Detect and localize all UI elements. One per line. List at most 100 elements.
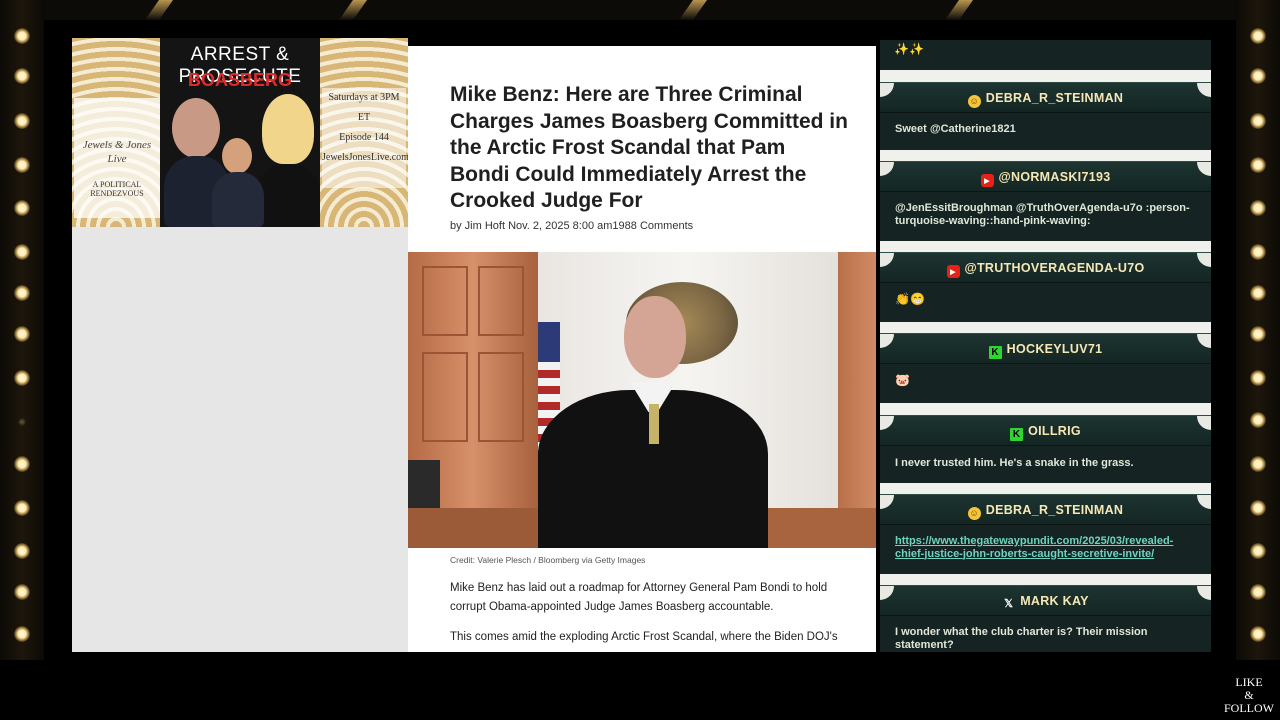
- bulb-light: [14, 500, 30, 516]
- light-ray: [678, 0, 708, 20]
- show-logo: Jewels & Jones Live: [82, 139, 152, 165]
- bulb-light: [1250, 543, 1266, 559]
- stream-stage: ARREST & PROSECUTE BOASBERG Jewels & Jon…: [0, 0, 1280, 720]
- chat-username-text: DEBRA_R_STEINMAN: [985, 91, 1124, 105]
- bulb-light: [1250, 456, 1266, 472]
- bulb-light: [14, 28, 30, 44]
- x-icon: 𝕏: [1004, 598, 1014, 610]
- bulb-light: [14, 157, 30, 173]
- bulb-light: [14, 285, 30, 301]
- bulb-light: [1250, 200, 1266, 216]
- bulb-light: [14, 113, 30, 129]
- chat-username-text: DEBRA_R_STEINMAN: [985, 503, 1124, 517]
- bulb-light: [14, 200, 30, 216]
- marquee-bulbs-left: [0, 0, 44, 660]
- article-photo: [408, 252, 876, 548]
- sparkles-emoji: ✨✨: [894, 42, 924, 56]
- light-ray: [944, 0, 974, 20]
- chat-username: 𝕏 MARK KAY: [880, 594, 1211, 611]
- chat-message-text: Sweet @Catherine1821: [895, 123, 1016, 135]
- live-chat-panel: ✨✨ ☺ DEBRA_R_STEINMAN Sweet @Catherine182…: [880, 40, 1211, 652]
- marquee-top: [44, 0, 1236, 20]
- article-paragraph: Mike Benz has laid out a roadmap for Att…: [450, 582, 828, 613]
- chat-message: 𝕏 MARK KAY I wonder what the club charter…: [880, 585, 1211, 652]
- chat-message-text: I wonder what the club charter is? Their…: [895, 626, 1148, 651]
- chat-message-text: @JenEssitBroughman @TruthOverAgenda-u7o …: [895, 202, 1190, 227]
- chat-username-text: OILLRIG: [1028, 424, 1081, 438]
- wood-panel: [478, 266, 524, 336]
- article-paragraph: This comes amid the exploding Arctic Fro…: [450, 631, 838, 643]
- guest-photo: [262, 94, 314, 164]
- smile-icon: ☺: [967, 507, 981, 520]
- chat-message: ☺ DEBRA_R_STEINMAN Sweet @Catherine1821: [880, 82, 1211, 150]
- guest-photo: [222, 138, 252, 174]
- chat-username-text: @NORMASKI7193: [998, 170, 1111, 184]
- kick-icon: K: [1010, 428, 1024, 441]
- chat-username: ☺ DEBRA_R_STEINMAN: [880, 503, 1211, 520]
- bulb-light: [14, 543, 30, 559]
- chat-message-link[interactable]: https://www.thegatewaypundit.com/2025/03…: [895, 535, 1195, 560]
- wood-panel: [422, 352, 468, 442]
- chat-username-text: @TRUTHOVERAGENDA-U7O: [964, 261, 1145, 275]
- bulb-light: [18, 418, 26, 426]
- bulb-light: [1250, 28, 1266, 44]
- show-promo-banner: ARREST & PROSECUTE BOASBERG Jewels & Jon…: [72, 38, 408, 227]
- bulb-light: [1250, 113, 1266, 129]
- bulb-light: [1250, 68, 1266, 84]
- show-logo-card: Jewels & Jones Live A POLITICAL RENDEZVO…: [74, 98, 160, 218]
- guest-photo: [212, 172, 264, 227]
- photo-caption: Credit: Valerie Plesch / Bloomberg via G…: [450, 555, 646, 565]
- bulb-light: [14, 370, 30, 386]
- bulb-light: [14, 626, 30, 642]
- bulb-light: [1250, 244, 1266, 260]
- schedule-line: Saturdays at 3PM ET: [328, 92, 400, 123]
- chat-username: ☺ DEBRA_R_STEINMAN: [880, 91, 1211, 108]
- schedule-line: JewelsJonesLive.com: [322, 152, 408, 163]
- bulb-light: [14, 584, 30, 600]
- bulb-light: [14, 68, 30, 84]
- us-flag: [538, 322, 560, 362]
- chat-message: @NORMASKI7193 @JenEssitBroughman @TruthO…: [880, 161, 1211, 241]
- light-ray: [338, 0, 368, 20]
- chat-message-text: 🐷: [895, 373, 910, 387]
- wood-paneling: [838, 252, 876, 548]
- court-bench: [768, 508, 876, 548]
- chat-message-text: 👏😁: [895, 292, 925, 306]
- bulb-light: [1250, 584, 1266, 600]
- article-panel: Mike Benz: Here are Three Criminal Charg…: [408, 46, 876, 652]
- show-tagline: A POLITICAL RENDEZVOUS: [90, 180, 144, 198]
- tie: [649, 404, 659, 444]
- schedule-card: Saturdays at 3PM ET Episode 144 JewelsJo…: [322, 88, 408, 188]
- wood-panel: [478, 352, 524, 442]
- judge-head: [624, 296, 686, 378]
- marquee-bulbs-right: [1236, 0, 1280, 660]
- schedule-line: Episode 144: [339, 132, 389, 143]
- bulb-light: [1250, 285, 1266, 301]
- article-headline[interactable]: Mike Benz: Here are Three Criminal Charg…: [450, 82, 850, 215]
- chat-message: ☺ DEBRA_R_STEINMAN https://www.thegateway…: [880, 494, 1211, 574]
- youtube-icon: [980, 174, 994, 187]
- bulb-light: [1250, 157, 1266, 173]
- chat-username: K OILLRIG: [880, 424, 1211, 441]
- bulb-light: [1250, 326, 1266, 342]
- bulb-light: [1250, 412, 1266, 428]
- kick-icon: K: [988, 346, 1002, 359]
- bulb-light: [14, 326, 30, 342]
- chat-username: @NORMASKI7193: [880, 170, 1211, 187]
- chat-username-text: MARK KAY: [1020, 594, 1089, 608]
- chat-message-partial: ✨✨: [880, 40, 1211, 70]
- bulb-light: [1250, 500, 1266, 516]
- chat-message: K OILLRIG I never trusted him. He's a sna…: [880, 415, 1211, 483]
- guest-photo: [256, 164, 320, 227]
- light-ray: [144, 0, 174, 20]
- article-byline: by Jim Hoft Nov. 2, 2025 8:00 am1988 Com…: [450, 220, 694, 232]
- promo-subtitle: BOASBERG: [187, 70, 292, 90]
- chat-message: @TRUTHOVERAGENDA-U7O 👏😁: [880, 252, 1211, 322]
- host-photo: [172, 98, 220, 158]
- like-follow-overlay: LIKE & FOLLOW: [1218, 676, 1280, 715]
- youtube-icon: [946, 265, 960, 278]
- follow-text: FOLLOW: [1224, 701, 1274, 715]
- chat-username-text: HOCKEYLUV71: [1006, 342, 1103, 356]
- monitor: [408, 460, 440, 508]
- chat-username: @TRUTHOVERAGENDA-U7O: [880, 261, 1211, 278]
